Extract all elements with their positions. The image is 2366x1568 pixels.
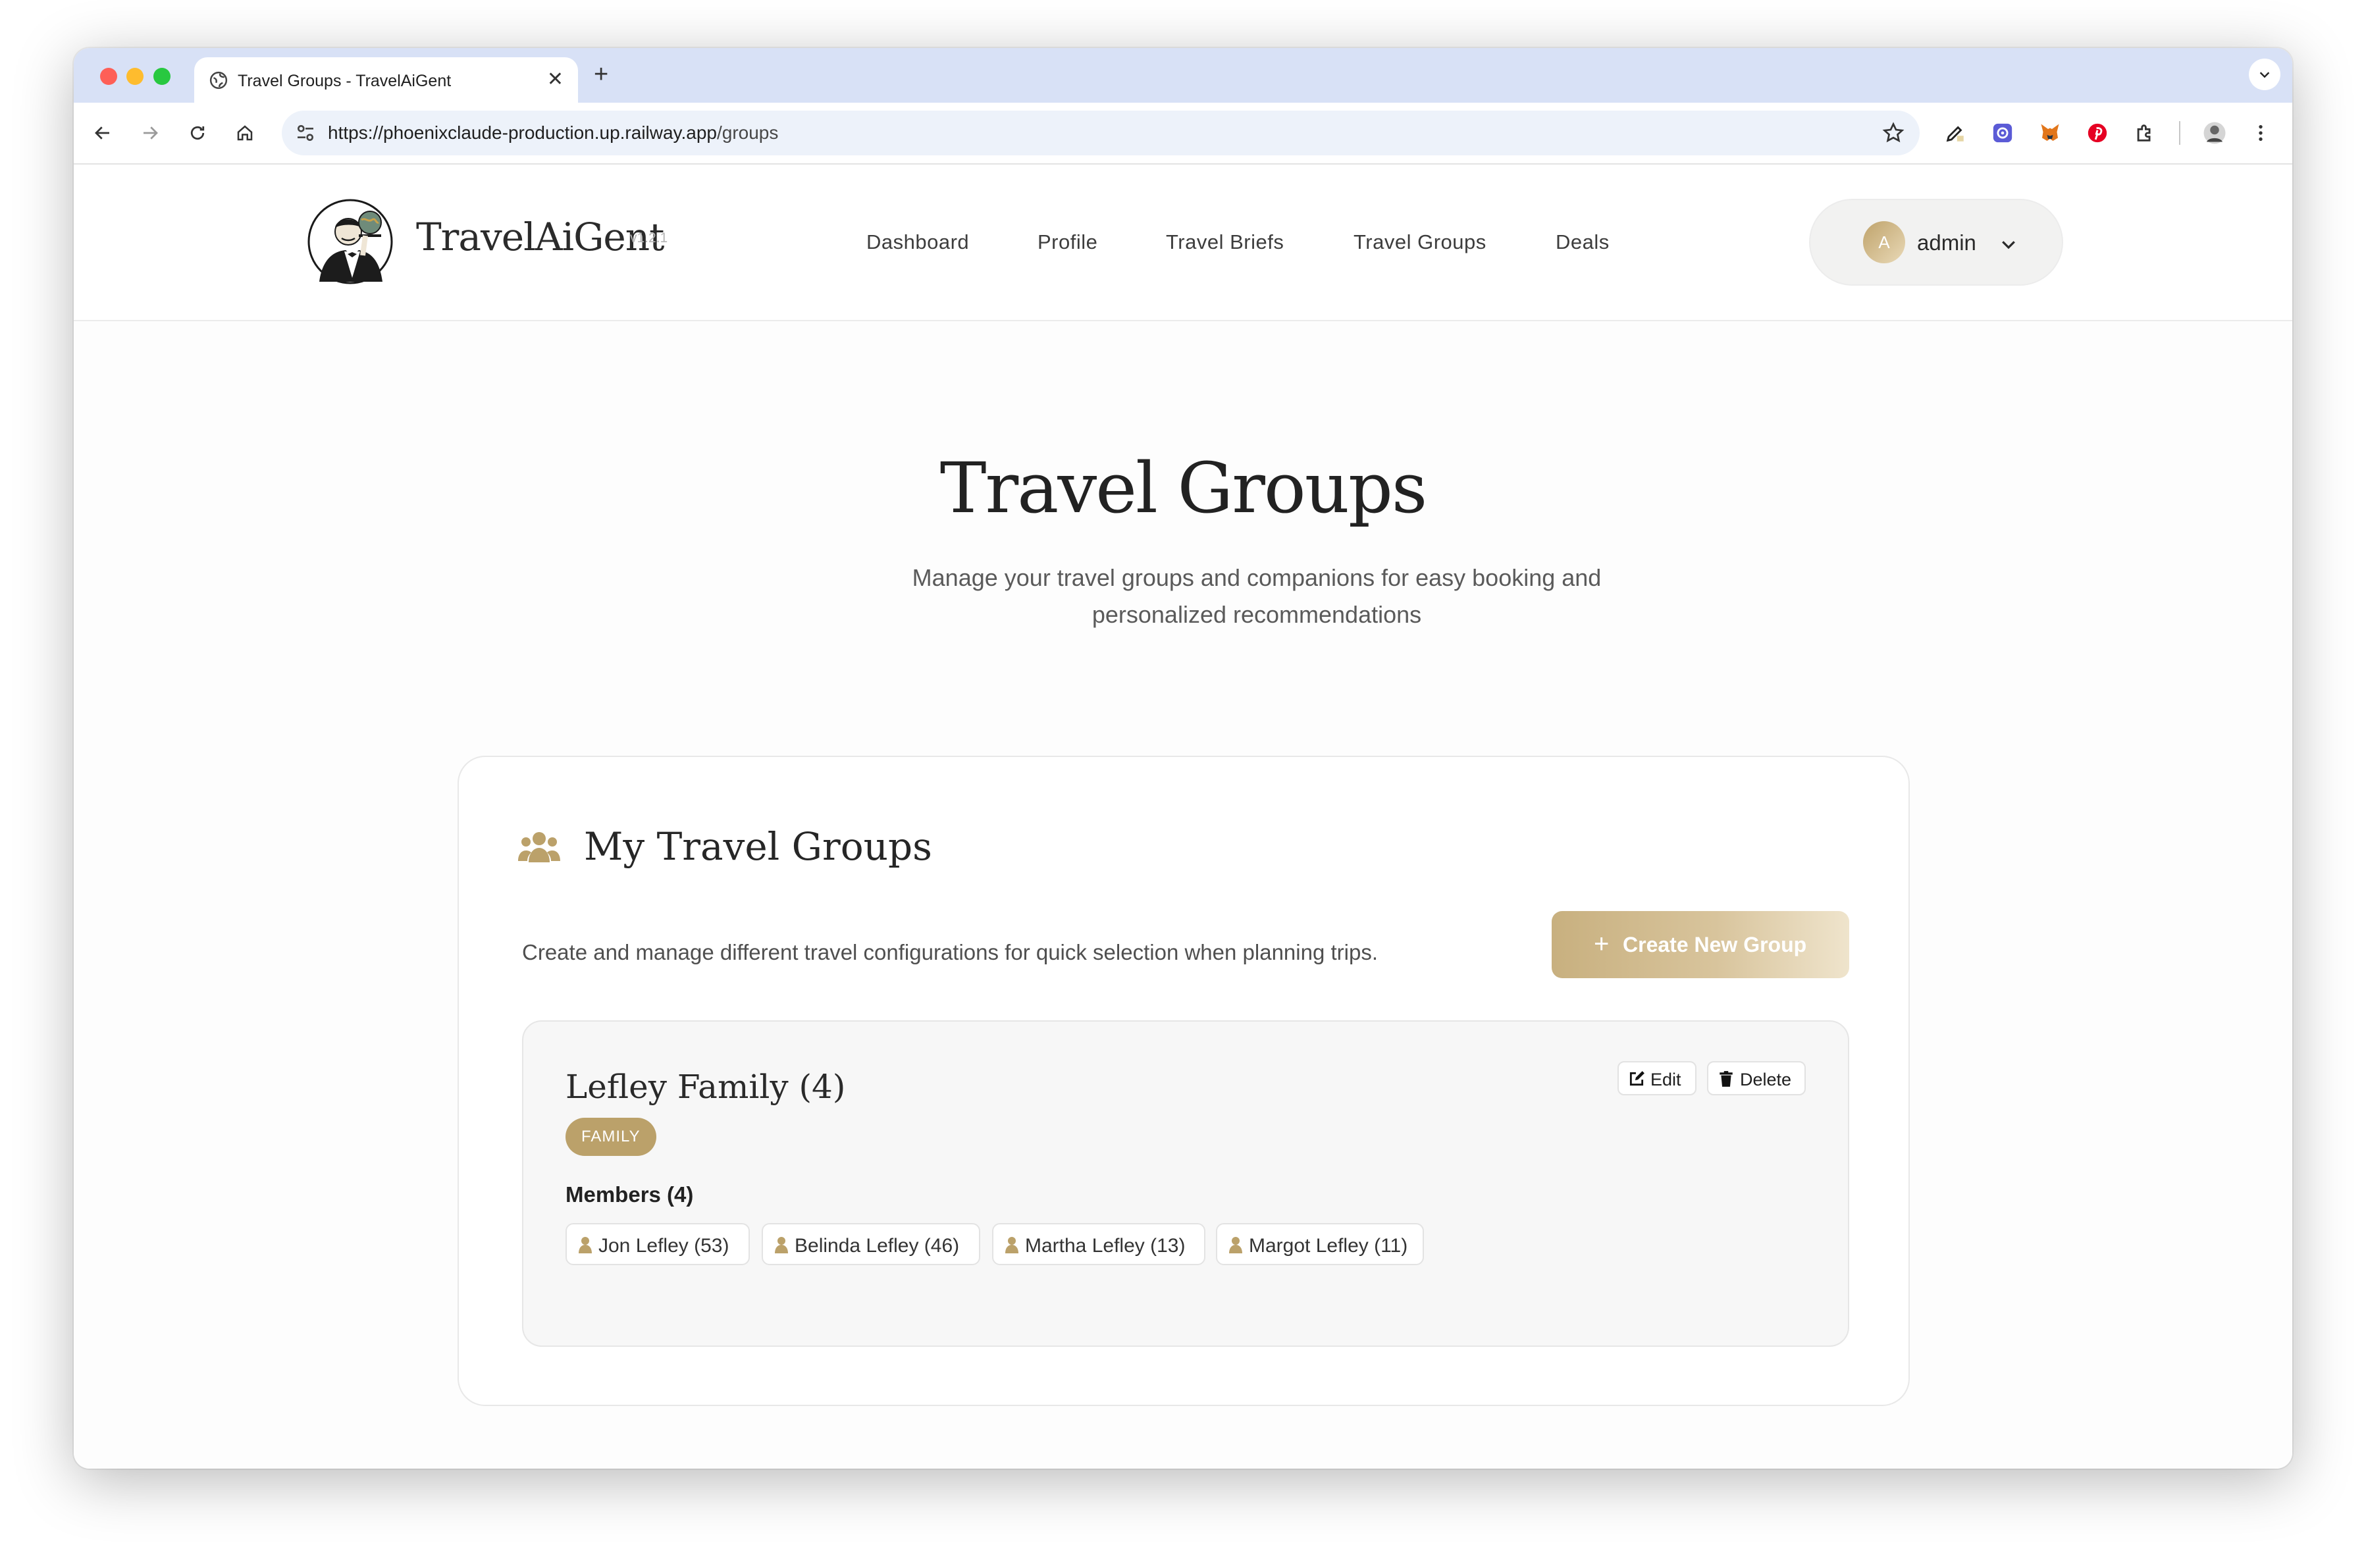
travel-groups-card: My Travel Groups Create and manage diffe… — [458, 756, 1910, 1406]
member-chip: Martha Lefley (13) — [992, 1223, 1205, 1265]
nav-travel-groups[interactable]: Travel Groups — [1354, 230, 1486, 254]
create-new-group-label: Create New Group — [1623, 933, 1807, 956]
tab-strip: Travel Groups - TravelAiGent ✕ + — [74, 48, 2292, 103]
user-name: admin — [1917, 230, 1976, 255]
user-menu-button[interactable]: A admin — [1809, 199, 2063, 286]
brand-name[interactable]: TravelAiGent — [416, 215, 664, 259]
user-icon — [1229, 1237, 1242, 1253]
gear-extension-icon[interactable] — [1989, 120, 2016, 146]
edit-icon — [1629, 1071, 1644, 1086]
card-title: My Travel Groups — [584, 824, 932, 869]
avatar: A — [1863, 221, 1905, 263]
url-host: https://phoenixclaude-production.up.rail… — [328, 122, 717, 143]
users-group-icon — [518, 832, 560, 862]
nav-dashboard[interactable]: Dashboard — [866, 230, 969, 254]
butler-logo-icon[interactable] — [307, 199, 393, 284]
pen-extension-icon[interactable] — [1942, 120, 1968, 146]
browser-window: Travel Groups - TravelAiGent ✕ + https:/… — [74, 48, 2292, 1469]
close-tab-icon[interactable]: ✕ — [547, 68, 564, 91]
globe-icon — [209, 71, 228, 90]
version-label: v1.2.1 — [630, 230, 668, 246]
member-chip: Margot Lefley (11) — [1216, 1223, 1424, 1265]
maximize-window-button[interactable] — [153, 68, 171, 85]
new-tab-button[interactable]: + — [594, 60, 608, 89]
trash-icon — [1720, 1071, 1733, 1087]
chevron-down-icon — [2002, 241, 2015, 249]
site-settings-icon[interactable] — [295, 122, 316, 144]
pinterest-extension-icon[interactable] — [2084, 120, 2111, 146]
browser-tab-active[interactable]: Travel Groups - TravelAiGent ✕ — [194, 57, 578, 103]
web-page: TravelAiGent v1.2.1 Dashboard Profile Tr… — [74, 165, 2292, 1469]
member-name: Martha Lefley (13) — [1025, 1235, 1186, 1257]
minimize-window-button[interactable] — [126, 68, 144, 85]
arrow-left-icon — [95, 126, 109, 140]
member-chip: Belinda Lefley (46) — [762, 1223, 980, 1265]
profile-avatar-icon[interactable] — [2201, 120, 2228, 146]
delete-label: Delete — [1740, 1070, 1792, 1089]
edit-group-button[interactable]: Edit — [1617, 1061, 1696, 1095]
browser-toolbar: https://phoenixclaude-production.up.rail… — [74, 103, 2292, 165]
nav-deals[interactable]: Deals — [1556, 230, 1610, 254]
home-button[interactable] — [229, 117, 261, 149]
url-text: https://phoenixclaude-production.up.rail… — [328, 122, 778, 144]
delete-group-button[interactable]: Delete — [1707, 1061, 1806, 1095]
card-description: Create and manage different travel confi… — [522, 940, 1378, 964]
reload-button[interactable] — [182, 117, 213, 149]
group-name: Lefley Family (4) — [565, 1068, 846, 1106]
back-button[interactable] — [87, 117, 118, 149]
user-icon — [1005, 1237, 1018, 1253]
reload-icon — [190, 126, 205, 140]
nav-travel-briefs[interactable]: Travel Briefs — [1166, 230, 1284, 254]
metamask-extension-icon[interactable] — [2037, 120, 2063, 146]
chevron-down-icon — [2259, 72, 2270, 78]
nav-profile[interactable]: Profile — [1038, 230, 1097, 254]
home-icon — [237, 125, 253, 141]
site-header: TravelAiGent v1.2.1 Dashboard Profile Tr… — [74, 165, 2292, 321]
browser-menu-icon[interactable] — [2248, 120, 2274, 146]
group-item: Lefley Family (4) FAMILY Edit Delete Mem… — [522, 1020, 1849, 1347]
tab-search-button[interactable] — [2249, 59, 2280, 90]
member-chip: Jon Lefley (53) — [565, 1223, 750, 1265]
user-icon — [775, 1237, 788, 1253]
url-path: /groups — [716, 122, 779, 143]
bookmark-star-icon[interactable] — [1881, 121, 1905, 145]
members-heading: Members (4) — [565, 1182, 694, 1207]
address-bar[interactable]: https://phoenixclaude-production.up.rail… — [282, 111, 1920, 155]
page-title: Travel Groups — [939, 448, 1427, 529]
toolbar-divider — [2179, 121, 2180, 145]
create-new-group-button[interactable]: + Create New Group — [1552, 911, 1849, 978]
plus-icon: + — [1594, 929, 1610, 958]
arrow-right-icon — [144, 126, 158, 140]
member-name: Jon Lefley (53) — [598, 1235, 729, 1257]
forward-button[interactable] — [134, 117, 166, 149]
group-type-badge: FAMILY — [565, 1118, 656, 1156]
tab-title: Travel Groups - TravelAiGent — [238, 72, 452, 90]
member-name: Belinda Lefley (46) — [795, 1235, 960, 1257]
puzzle-extensions-icon[interactable] — [2132, 120, 2158, 146]
page-subtitle: Manage your travel groups and companions… — [912, 564, 1602, 628]
member-name: Margot Lefley (11) — [1249, 1235, 1408, 1257]
close-window-button[interactable] — [100, 68, 117, 85]
user-icon — [579, 1237, 592, 1253]
edit-label: Edit — [1650, 1070, 1681, 1089]
